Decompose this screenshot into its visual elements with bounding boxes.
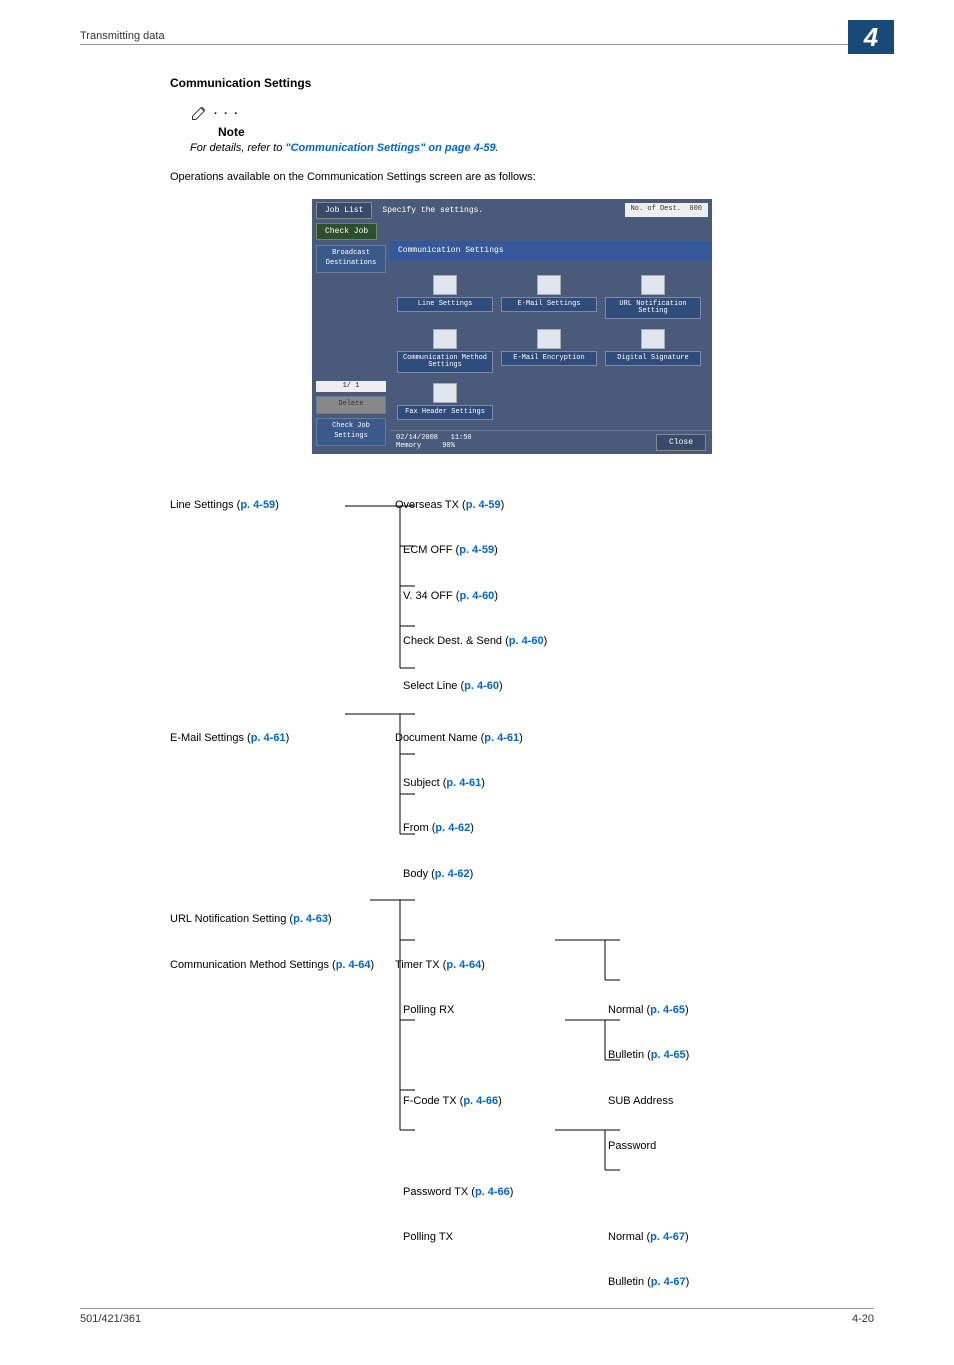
tree-url-notification: URL Notification Setting (p. 4-63) bbox=[170, 908, 395, 931]
ref-link[interactable]: p. 4-60 bbox=[464, 680, 499, 692]
note-label: Note bbox=[218, 124, 854, 141]
tree-password: Password bbox=[608, 1135, 778, 1158]
tree-bulletin-tx: Bulletin (p. 4-67) bbox=[608, 1271, 778, 1294]
device-screenshot: Job List Specify the settings. No. of De… bbox=[312, 199, 712, 453]
delete-button[interactable]: Delete bbox=[316, 396, 386, 414]
chapter-badge: 4 bbox=[848, 20, 894, 54]
tree-email-settings: E-Mail Settings (p. 4-61) bbox=[170, 727, 395, 750]
ref-link[interactable]: p. 4-66 bbox=[463, 1095, 498, 1107]
url-notification-button[interactable]: URL Notification Setting bbox=[605, 297, 701, 319]
note-link[interactable]: "Communication Settings" on page 4-59 bbox=[285, 142, 495, 154]
tree-normal-tx: Normal (p. 4-67) bbox=[608, 1226, 778, 1249]
job-list-button[interactable]: Job List bbox=[316, 202, 372, 219]
fax-header-button[interactable]: Fax Header Settings bbox=[397, 405, 493, 420]
tree-select-line: Select Line (p. 4-60) bbox=[403, 675, 608, 698]
subheading: Communication Settings bbox=[170, 75, 854, 92]
ref-link[interactable]: p. 4-61 bbox=[446, 777, 481, 789]
dest-count-box: No. of Dest. 000 bbox=[625, 203, 708, 217]
broadcast-destinations-button[interactable]: Broadcast Destinations bbox=[316, 245, 386, 273]
section-title: Transmitting data bbox=[80, 30, 165, 42]
tree-ecm-off: ECM OFF (p. 4-59) bbox=[403, 539, 608, 562]
check-job-button[interactable]: Check Job bbox=[316, 223, 377, 240]
ref-link[interactable]: p. 4-59 bbox=[459, 544, 494, 556]
ref-link[interactable]: p. 4-65 bbox=[650, 1004, 685, 1016]
settings-tree: Line Settings (p. 4-59) Overseas TX (p. … bbox=[170, 494, 854, 1325]
note-text: For details, refer to "Communication Set… bbox=[190, 141, 854, 156]
tree-body: Body (p. 4-62) bbox=[403, 863, 608, 886]
tree-check-dest: Check Dest. & Send (p. 4-60) bbox=[403, 630, 608, 653]
note-block: . . . Note For details, refer to "Commun… bbox=[190, 102, 854, 156]
comm-method-icon bbox=[433, 329, 457, 349]
ref-link[interactable]: p. 4-62 bbox=[435, 868, 470, 880]
comm-method-button[interactable]: Communication Method Settings bbox=[397, 351, 493, 373]
tree-overseas-tx: Overseas TX (p. 4-59) bbox=[395, 494, 600, 517]
ref-link[interactable]: p. 4-63 bbox=[293, 913, 328, 925]
check-job-settings-button[interactable]: Check Job Settings bbox=[316, 418, 386, 446]
tree-document-name: Document Name (p. 4-61) bbox=[395, 727, 600, 750]
email-settings-button[interactable]: E-Mail Settings bbox=[501, 297, 597, 312]
ref-link[interactable]: p. 4-59 bbox=[240, 499, 275, 511]
ref-link[interactable]: p. 4-65 bbox=[651, 1049, 686, 1061]
ref-link[interactable]: p. 4-61 bbox=[251, 732, 286, 744]
tree-polling-tx: Polling TX bbox=[403, 1226, 608, 1249]
comm-settings-tab: Communication Settings bbox=[390, 241, 712, 260]
tree-bulletin-rx: Bulletin (p. 4-65) bbox=[608, 1044, 778, 1067]
email-encryption-icon bbox=[537, 329, 561, 349]
ref-link[interactable]: p. 4-59 bbox=[466, 499, 501, 511]
tree-polling-rx: Polling RX bbox=[403, 999, 608, 1022]
tree-comm-method: Communication Method Settings (p. 4-64) bbox=[170, 954, 395, 976]
note-icon bbox=[190, 102, 210, 122]
digital-signature-icon bbox=[641, 329, 665, 349]
email-settings-icon bbox=[537, 275, 561, 295]
url-notification-icon bbox=[641, 275, 665, 295]
tree-password-tx: Password TX (p. 4-66) bbox=[403, 1181, 608, 1204]
footer-left: 501/421/361 bbox=[80, 1313, 141, 1325]
page-header: Transmitting data bbox=[80, 30, 874, 45]
footer-timestamp: 02/14/2008 11:50 Memory 90% bbox=[396, 434, 472, 451]
email-encryption-button[interactable]: E-Mail Encryption bbox=[501, 351, 597, 366]
ref-link[interactable]: p. 4-67 bbox=[650, 1231, 685, 1243]
device-title: Specify the settings. bbox=[378, 205, 618, 216]
line-settings-button[interactable]: Line Settings bbox=[397, 297, 493, 312]
footer-right: 4-20 bbox=[852, 1313, 874, 1325]
tree-line-settings: Line Settings (p. 4-59) bbox=[170, 494, 395, 517]
ref-link[interactable]: p. 4-60 bbox=[509, 635, 544, 647]
tree-v34-off: V. 34 OFF (p. 4-60) bbox=[403, 585, 608, 608]
ref-link[interactable]: p. 4-60 bbox=[459, 590, 494, 602]
intro-text: Operations available on the Communicatio… bbox=[170, 170, 854, 185]
pager-indicator: 1/ 1 bbox=[316, 381, 386, 393]
page-footer: 501/421/361 4-20 bbox=[80, 1308, 874, 1325]
ref-link[interactable]: p. 4-64 bbox=[446, 959, 481, 971]
ref-link[interactable]: p. 4-67 bbox=[651, 1276, 686, 1288]
tree-fcode-tx: F-Code TX (p. 4-66) bbox=[403, 1090, 608, 1113]
tree-sub-address: SUB Address bbox=[608, 1090, 778, 1113]
ref-link[interactable]: p. 4-64 bbox=[336, 959, 371, 971]
digital-signature-button[interactable]: Digital Signature bbox=[605, 351, 701, 366]
tree-timer-tx: Timer TX (p. 4-64) bbox=[395, 954, 600, 977]
ref-link[interactable]: p. 4-66 bbox=[475, 1186, 510, 1198]
fax-header-icon bbox=[433, 383, 457, 403]
tree-from: From (p. 4-62) bbox=[403, 817, 608, 840]
line-settings-icon bbox=[433, 275, 457, 295]
close-button[interactable]: Close bbox=[656, 434, 706, 451]
ref-link[interactable]: p. 4-61 bbox=[484, 732, 519, 744]
tree-normal-rx: Normal (p. 4-65) bbox=[608, 999, 778, 1022]
tree-subject: Subject (p. 4-61) bbox=[403, 772, 608, 795]
ref-link[interactable]: p. 4-62 bbox=[435, 822, 470, 834]
